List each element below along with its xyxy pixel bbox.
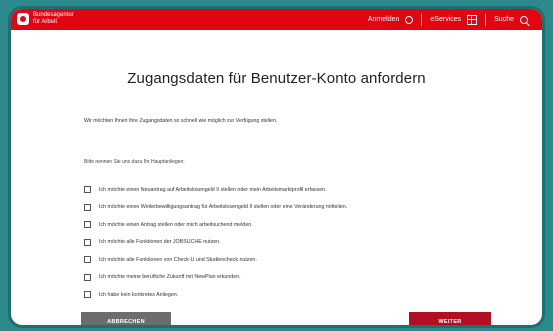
nav-login[interactable]: Anmelden <box>360 15 422 24</box>
page-title: Zugangsdaten für Benutzer-Konto anforder… <box>127 70 426 87</box>
question-text: Bitte nennen Sie uns dazu Ihr Hauptanlie… <box>84 159 185 165</box>
option-checkbox[interactable] <box>84 256 91 264</box>
option-checkbox[interactable] <box>84 273 91 281</box>
option-checkbox[interactable] <box>84 186 91 194</box>
option-checkbox[interactable] <box>84 203 91 211</box>
option-label: Ich habe kein konkretes Anliegen. <box>99 291 179 298</box>
next-button[interactable]: WEITER <box>409 312 491 325</box>
option-checkbox[interactable] <box>84 221 91 229</box>
logo-text: Bundesagentur für Arbeit <box>33 12 74 25</box>
browser-frame: Bundesagentur für Arbeit Anmelden eServi… <box>8 6 545 328</box>
option-row[interactable]: Ich möchte einen Neuantrag auf Arbeitslo… <box>84 181 347 199</box>
option-row[interactable]: Ich möchte einen Antrag stellen oder mic… <box>84 216 347 234</box>
ba-logo-icon <box>17 12 29 25</box>
intro-text: Wir möchten Ihnen Ihre Zugangsdaten so s… <box>84 118 278 124</box>
logo[interactable]: Bundesagentur für Arbeit <box>17 12 74 25</box>
option-row[interactable]: Ich möchte alle Funktionen von Check-U u… <box>84 251 347 269</box>
option-row[interactable]: Ich habe kein konkretes Anliegen. <box>84 286 347 304</box>
nav-eservices-label: eServices <box>430 16 462 23</box>
option-checkbox[interactable] <box>84 238 91 246</box>
option-row[interactable]: Ich möchte einen Weiterbewilligungsantra… <box>84 199 347 217</box>
grid-icon <box>467 14 478 25</box>
option-checkbox[interactable] <box>84 291 91 299</box>
logo-line-2: für Arbeit <box>33 18 58 25</box>
search-icon <box>520 15 528 24</box>
nav-search[interactable]: Suche <box>486 15 536 24</box>
top-bar: Bundesagentur für Arbeit Anmelden eServi… <box>11 9 542 30</box>
nav-search-label: Suche <box>494 16 514 23</box>
nav-eservices[interactable]: eServices <box>422 14 485 25</box>
option-label: Ich möchte alle Funktionen der JOBSUCHE … <box>99 239 221 246</box>
option-row[interactable]: Ich möchte alle Funktionen der JOBSUCHE … <box>84 234 347 252</box>
user-icon <box>405 15 414 24</box>
options-list: Ich möchte einen Neuantrag auf Arbeitslo… <box>84 181 347 304</box>
option-label: Ich möchte einen Weiterbewilligungsantra… <box>99 204 348 211</box>
option-label: Ich möchte alle Funktionen von Check-U u… <box>99 256 257 263</box>
logo-line-1: Bundesagentur <box>33 12 74 18</box>
main-nav: Anmelden eServices Suche <box>360 9 536 30</box>
option-label: Ich möchte einen Neuantrag auf Arbeitslo… <box>99 186 327 193</box>
nav-login-label: Anmelden <box>367 16 400 23</box>
option-row[interactable]: Ich möchte meine berufliche Zukunft mit … <box>84 269 347 287</box>
option-label: Ich möchte meine berufliche Zukunft mit … <box>99 274 241 281</box>
option-label: Ich möchte einen Antrag stellen oder mic… <box>99 221 253 228</box>
cancel-button[interactable]: ABBRECHEN <box>81 312 171 325</box>
